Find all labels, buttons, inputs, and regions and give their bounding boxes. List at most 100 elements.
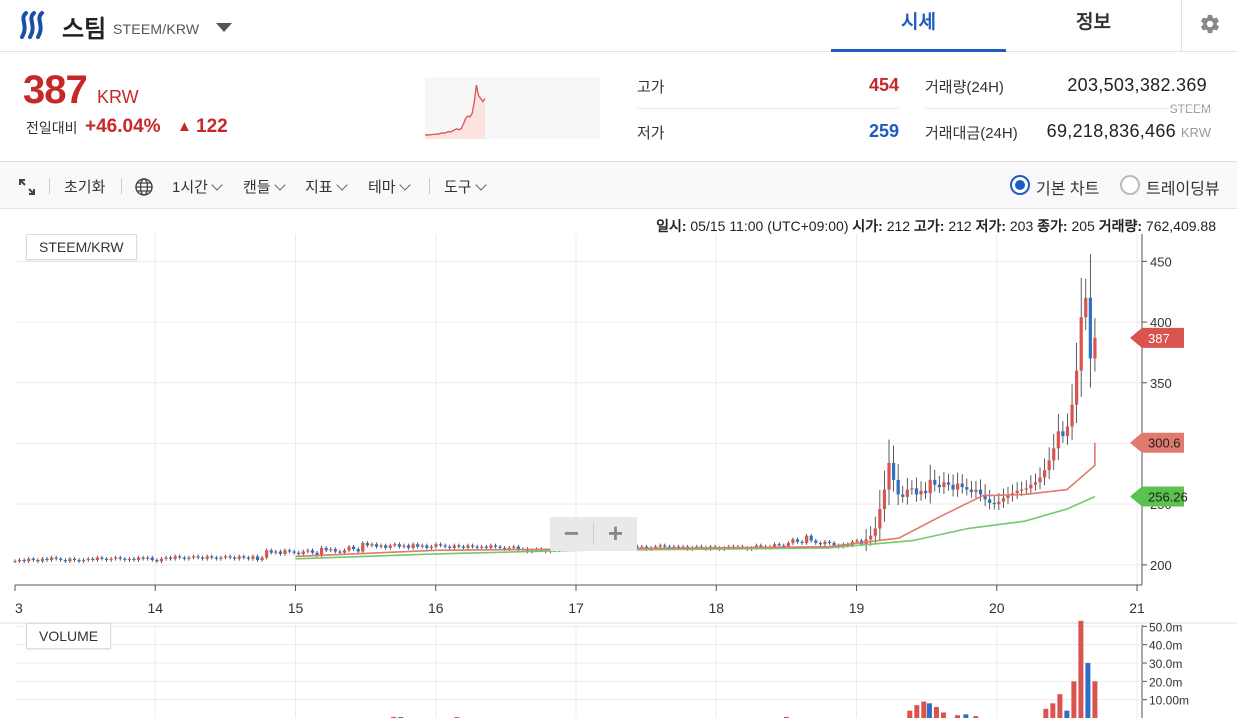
candle-body xyxy=(338,551,342,553)
candle-body xyxy=(324,547,328,551)
zoom-in-button[interactable]: + xyxy=(594,518,637,548)
candle-body xyxy=(434,544,438,547)
candle-body xyxy=(1093,337,1097,359)
tradingview-radio[interactable] xyxy=(1120,175,1140,195)
interval-label: 1시간 xyxy=(172,179,208,196)
tools-label: 도구 xyxy=(444,179,472,196)
candle-body xyxy=(493,545,498,547)
settings-button[interactable] xyxy=(1181,0,1237,52)
candle-body xyxy=(942,482,946,488)
candle-body xyxy=(1024,488,1028,490)
volume-bar xyxy=(963,714,969,718)
volume-bar xyxy=(1092,681,1098,718)
globe-icon[interactable] xyxy=(134,177,154,197)
candle-body xyxy=(397,544,401,547)
candle-body xyxy=(1038,477,1042,483)
indicator-dropdown[interactable]: 지표 xyxy=(305,176,348,197)
candle-body xyxy=(448,546,452,548)
chevron-down-icon xyxy=(273,179,286,191)
volume-bar xyxy=(940,712,946,718)
candle-body xyxy=(379,545,383,547)
candle-body xyxy=(201,557,205,559)
interval-dropdown[interactable]: 1시간 xyxy=(172,176,223,197)
chevron-down-icon[interactable] xyxy=(216,23,232,32)
candle-body xyxy=(475,546,479,548)
steem-logo xyxy=(20,11,44,39)
candle-label: 캔들 xyxy=(243,179,271,196)
candle-body xyxy=(1015,490,1019,494)
price-legend: STEEM/KRW xyxy=(26,234,137,260)
tradingview-label[interactable]: 트레이딩뷰 xyxy=(1146,175,1220,199)
candle-body xyxy=(512,546,516,548)
gear-icon xyxy=(1201,14,1219,34)
candle-body xyxy=(1056,431,1060,449)
candle-body xyxy=(956,483,960,490)
candle-body xyxy=(814,540,818,544)
candle-body xyxy=(274,551,278,553)
candle-body xyxy=(164,557,168,559)
candle-body xyxy=(352,546,356,550)
candle-body xyxy=(45,558,49,561)
candle-body xyxy=(219,557,223,559)
theme-dropdown[interactable]: 테마 xyxy=(368,176,411,197)
chevron-down-icon xyxy=(398,179,411,191)
candle-body xyxy=(640,546,644,548)
candle-body xyxy=(1047,460,1051,471)
change-value: 122 xyxy=(196,116,228,137)
candle-body xyxy=(260,557,264,561)
candle-body xyxy=(50,557,54,561)
candle-body xyxy=(832,543,836,546)
tools-dropdown[interactable]: 도구 xyxy=(444,176,487,197)
candle-body xyxy=(937,484,941,488)
candle-body xyxy=(1052,448,1056,461)
candle-body xyxy=(489,545,493,548)
amount-label: 거래대금(24H) xyxy=(925,125,1018,142)
candle-body xyxy=(1079,317,1083,371)
candle-dropdown[interactable]: 캔들 xyxy=(243,176,286,197)
reset-button[interactable]: 초기화 xyxy=(64,176,105,197)
candle-body xyxy=(82,560,86,562)
candle-body xyxy=(146,557,150,559)
candle-body xyxy=(228,556,232,558)
candle-body xyxy=(178,556,182,558)
candle-body xyxy=(805,535,809,544)
zoom-out-button[interactable]: − xyxy=(550,518,593,548)
candle-body xyxy=(823,541,827,545)
candle-body xyxy=(818,543,822,545)
candle-body xyxy=(196,556,200,558)
candle-body xyxy=(127,558,131,561)
zoom-control: − + xyxy=(550,517,637,551)
candle-body xyxy=(443,545,447,547)
candle-body xyxy=(287,550,292,552)
candle-body xyxy=(411,544,415,548)
candle-body xyxy=(1006,495,1010,499)
top-bar: 스팀 STEEM/KRW 시세 정보 xyxy=(0,0,1237,52)
tab-price[interactable]: 시세 xyxy=(831,0,1006,52)
candle-body xyxy=(114,557,118,559)
candle-body xyxy=(498,546,502,548)
candle-body xyxy=(223,556,228,558)
tab-info[interactable]: 정보 xyxy=(1006,0,1181,52)
candle-body xyxy=(155,560,159,562)
volume-bar xyxy=(1085,663,1091,718)
candle-body xyxy=(905,489,909,497)
basic-chart-label[interactable]: 기본 차트 xyxy=(1036,175,1099,199)
candle-body xyxy=(136,557,141,561)
expand-icon[interactable] xyxy=(18,178,36,196)
candle-body xyxy=(919,490,923,495)
candle-body xyxy=(1029,484,1033,489)
price-chart[interactable]: 3141516171819202120025030035040045038730… xyxy=(0,210,1237,718)
current-price: 387 xyxy=(23,68,88,112)
x-tick-label: 19 xyxy=(849,600,865,616)
volume-y-tick-label: 20.0m xyxy=(1149,675,1182,689)
candle-body xyxy=(182,557,186,559)
candle-body xyxy=(1084,297,1088,318)
candle-body xyxy=(72,558,77,561)
theme-label: 테마 xyxy=(368,179,396,196)
basic-chart-radio[interactable] xyxy=(1010,175,1030,195)
candle-body xyxy=(173,556,177,559)
volume-label: 거래량(24H) xyxy=(925,79,1004,96)
volume-value: 203,503,382.369 xyxy=(1067,75,1207,95)
candle-body xyxy=(388,545,392,548)
candle-body xyxy=(910,488,914,490)
